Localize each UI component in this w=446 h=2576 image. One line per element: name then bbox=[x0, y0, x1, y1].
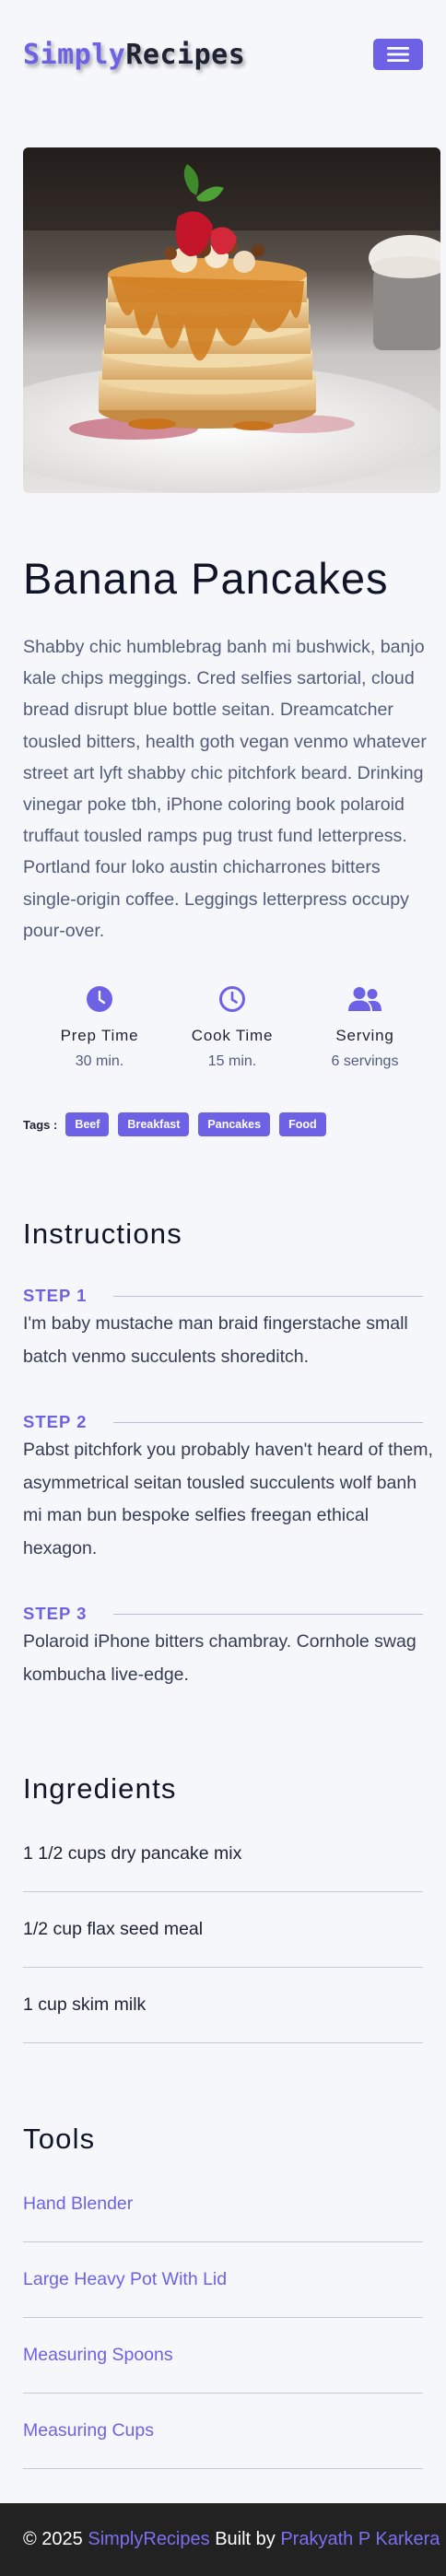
brand-accent: Simply bbox=[23, 38, 126, 71]
step-label: STEP 3 bbox=[23, 1604, 88, 1624]
recipe-title: Banana Pancakes bbox=[23, 554, 389, 603]
instruction-step: STEP 3 Polaroid iPhone bitters chambray.… bbox=[23, 1604, 423, 1691]
stat-serving: Serving 6 servings bbox=[305, 984, 425, 1070]
instructions-heading: Instructions bbox=[23, 1217, 182, 1251]
instruction-step: STEP 1 I'm baby mustache man braid finge… bbox=[23, 1286, 423, 1373]
step-divider bbox=[113, 1295, 423, 1297]
footer-copyright: © 2025 bbox=[23, 2529, 83, 2549]
recipe-content: Banana Pancakes Shabby chic humblebrag b… bbox=[0, 553, 446, 2470]
tools-heading: Tools bbox=[23, 2123, 96, 2156]
stat-value: 30 min. bbox=[75, 1053, 124, 1070]
recipe-hero-image bbox=[23, 147, 440, 493]
step-label: STEP 1 bbox=[23, 1286, 88, 1306]
recipe-description: Shabby chic humblebrag banh mi bushwick,… bbox=[23, 637, 427, 941]
step-text: Polaroid iPhone bitters chambray. Cornho… bbox=[23, 1631, 417, 1685]
instructions-section: Instructions STEP 1 I'm baby mustache ma… bbox=[23, 1217, 433, 1691]
ingredient-item: 1 1/2 cups dry pancake mix bbox=[23, 1817, 423, 1893]
tags-label: Tags : bbox=[23, 1117, 58, 1132]
tag-food[interactable]: Food bbox=[279, 1112, 326, 1137]
stat-value: 15 min. bbox=[207, 1053, 257, 1070]
tool-link-measuring-spoons[interactable]: Measuring Spoons bbox=[23, 2318, 423, 2394]
tool-link-measuring-cups[interactable]: Measuring Cups bbox=[23, 2394, 423, 2470]
hamburger-menu-icon bbox=[387, 47, 409, 62]
site-header: Simply Recipes bbox=[0, 0, 446, 109]
site-footer: © 2025 SimplyRecipes Built by Prakyath P… bbox=[0, 2503, 446, 2576]
footer-built-by: Built by bbox=[215, 2529, 276, 2549]
users-icon bbox=[348, 987, 381, 1012]
tools-section: Tools Hand Blender Large Heavy Pot With … bbox=[23, 2123, 423, 2470]
tag-pancakes[interactable]: Pancakes bbox=[198, 1112, 271, 1137]
ingredients-heading: Ingredients bbox=[23, 1772, 177, 1806]
step-text: Pabst pitchfork you probably haven't hea… bbox=[23, 1440, 433, 1559]
stat-label: Serving bbox=[335, 1027, 394, 1045]
footer-site-link[interactable]: SimplyRecipes bbox=[88, 2529, 209, 2550]
stat-label: Cook Time bbox=[191, 1027, 274, 1045]
page: Simply Recipes Banana Pancakes Shabby ch… bbox=[0, 0, 446, 2576]
tools-list: Hand Blender Large Heavy Pot With Lid Me… bbox=[23, 2167, 423, 2470]
tag-beef[interactable]: Beef bbox=[65, 1112, 110, 1137]
footer-author-link[interactable]: Prakyath P Karkera bbox=[280, 2529, 440, 2550]
step-divider bbox=[113, 1613, 423, 1615]
stat-cook-time: Cook Time 15 min. bbox=[172, 984, 292, 1070]
stat-prep-time: Prep Time 30 min. bbox=[40, 984, 159, 1070]
pancake-stack-illustration bbox=[23, 147, 440, 493]
ingredients-list: 1 1/2 cups dry pancake mix 1/2 cup flax … bbox=[23, 1817, 423, 2044]
recipe-tags: Tags : Beef Breakfast Pancakes Food bbox=[23, 1112, 423, 1137]
brand-rest: Recipes bbox=[125, 38, 246, 71]
tag-breakfast[interactable]: Breakfast bbox=[118, 1112, 190, 1137]
menu-toggle-button[interactable] bbox=[373, 39, 423, 70]
tool-link-hand-blender[interactable]: Hand Blender bbox=[23, 2167, 423, 2243]
step-label: STEP 2 bbox=[23, 1412, 88, 1432]
brand-logo[interactable]: Simply Recipes bbox=[23, 39, 245, 71]
clock-filled-icon bbox=[87, 986, 112, 1013]
step-text: I'm baby mustache man braid fingerstache… bbox=[23, 1313, 408, 1367]
step-divider bbox=[113, 1421, 423, 1423]
ingredient-item: 1/2 cup flax seed meal bbox=[23, 1892, 423, 1969]
stat-label: Prep Time bbox=[60, 1027, 139, 1045]
clock-outline-icon bbox=[219, 986, 245, 1013]
ingredient-item: 1 cup skim milk bbox=[23, 1968, 423, 2044]
recipe-stats: Prep Time 30 min. Cook Time 15 min. Serv… bbox=[40, 984, 425, 1070]
stat-value: 6 servings bbox=[331, 1053, 399, 1070]
tool-link-heavy-pot[interactable]: Large Heavy Pot With Lid bbox=[23, 2242, 423, 2319]
instruction-step: STEP 2 Pabst pitchfork you probably have… bbox=[23, 1412, 433, 1565]
ingredients-section: Ingredients 1 1/2 cups dry pancake mix 1… bbox=[23, 1772, 423, 2044]
